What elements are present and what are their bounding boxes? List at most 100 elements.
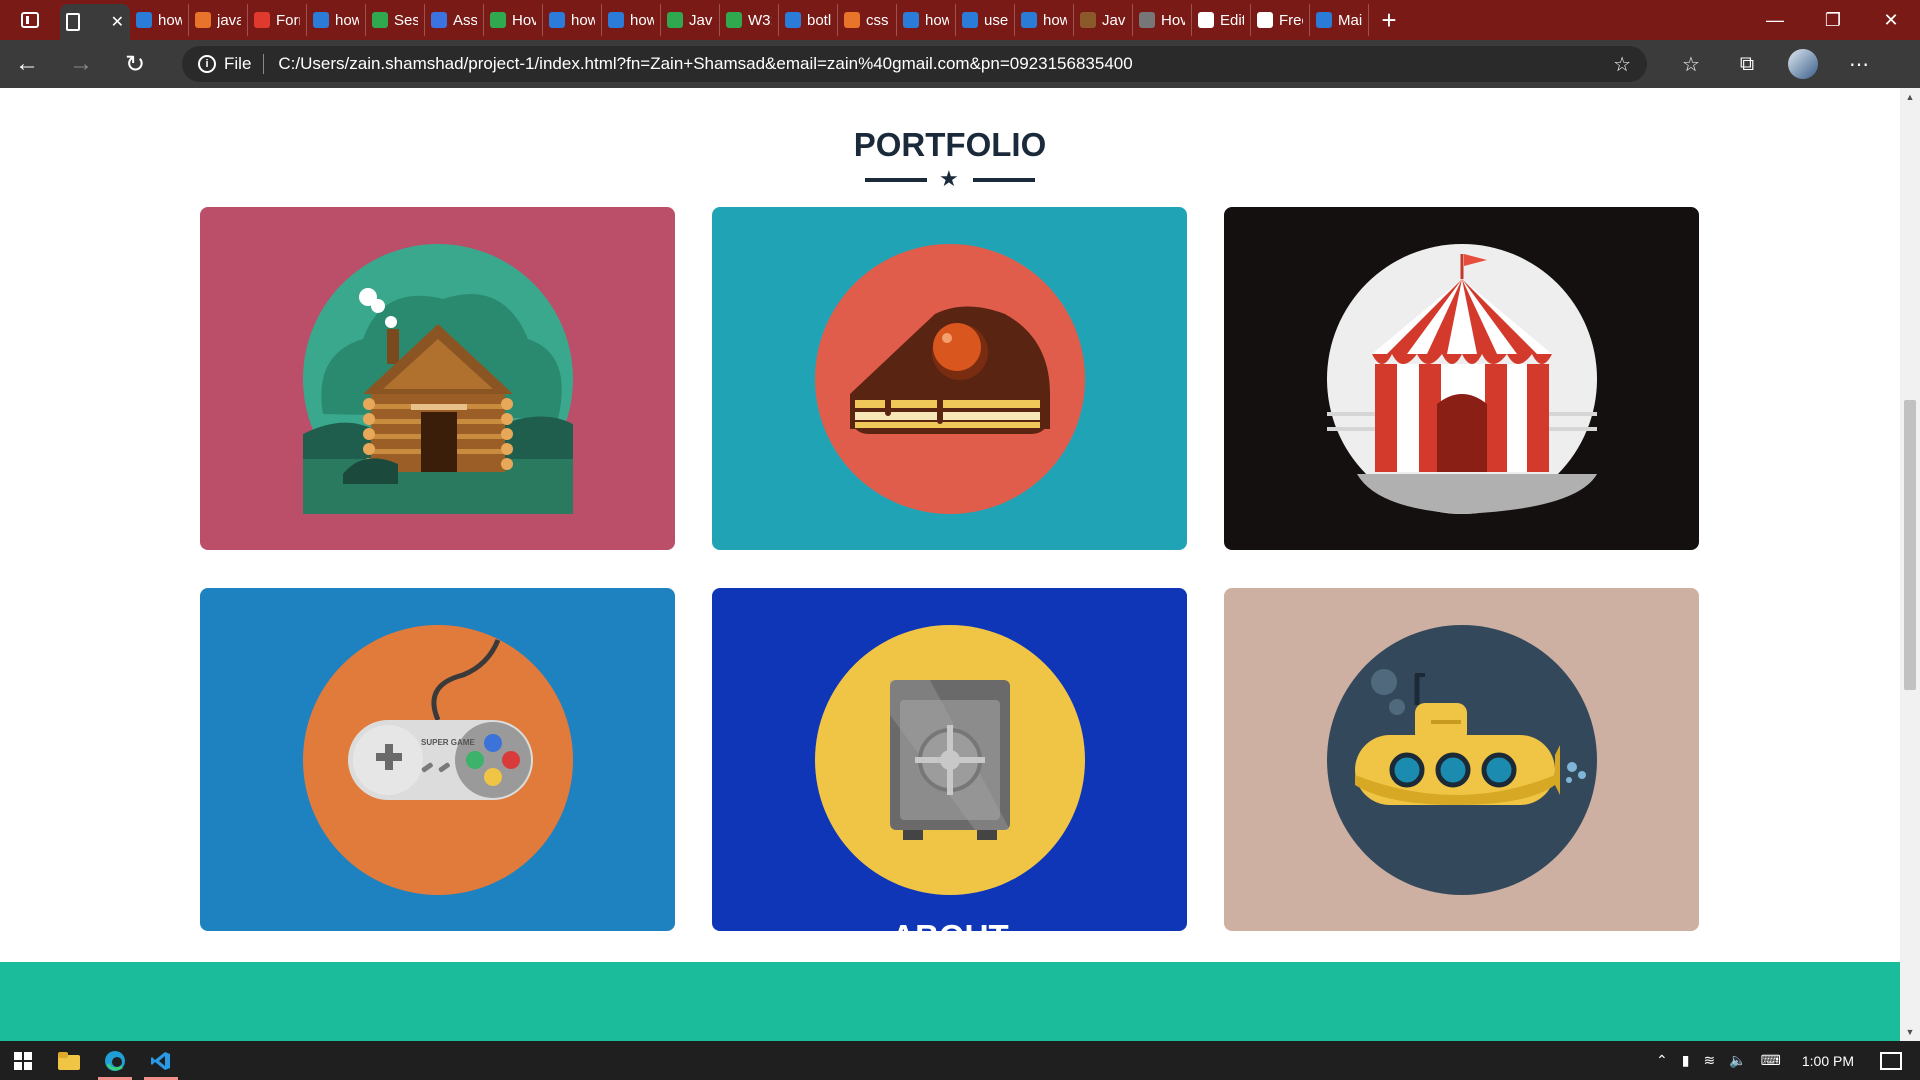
divider-line-left xyxy=(865,178,927,182)
browser-tab[interactable]: how xyxy=(1015,4,1074,36)
globe-icon xyxy=(1257,12,1273,28)
keyboard-icon[interactable]: ⌨ xyxy=(1761,1052,1781,1069)
browser-tab[interactable]: W3: xyxy=(720,4,779,36)
tab-label: Assi xyxy=(453,11,477,29)
game-controller-icon: SUPER GAME xyxy=(302,624,573,895)
edge-button[interactable] xyxy=(92,1041,138,1080)
close-tab-icon[interactable]: ✕ xyxy=(111,12,124,32)
tab-actions-icon xyxy=(21,12,39,28)
portfolio-title: PORTFOLIO xyxy=(853,126,1047,163)
browser-tab[interactable]: java xyxy=(189,4,248,36)
favorites-icon[interactable]: ☆ xyxy=(1663,40,1719,88)
browser-tab[interactable]: Mai xyxy=(1310,4,1369,36)
bing-icon xyxy=(549,12,565,28)
taskbar-clock[interactable]: 1:00 PM xyxy=(1802,1053,1854,1069)
browser-tab[interactable]: how xyxy=(543,4,602,36)
windows-taskbar: ⌃ ▮ ≋ 🔈 ⌨ 1:00 PM xyxy=(0,1041,1920,1080)
window-controls: — ❐ ✕ xyxy=(1746,0,1920,40)
windows-icon xyxy=(14,1051,32,1070)
browser-tab[interactable]: Java xyxy=(1074,4,1133,36)
browser-tab[interactable]: how xyxy=(307,4,366,36)
browser-tab[interactable]: Forr xyxy=(248,4,307,36)
address-separator xyxy=(263,54,265,74)
volume-icon[interactable]: 🔈 xyxy=(1729,1052,1746,1069)
portfolio-item-safe[interactable] xyxy=(712,588,1187,931)
browser-tab[interactable]: Free xyxy=(1251,4,1310,36)
portfolio-item-cake[interactable] xyxy=(712,207,1187,550)
browser-tab[interactable]: botl xyxy=(779,4,838,36)
tab-list: ✕ how java Forr how Sess Assi Hov how how Java W3: b… xyxy=(60,0,1369,40)
show-hidden-icons-icon[interactable]: ⌃ xyxy=(1656,1052,1668,1069)
wifi-icon[interactable]: ≋ xyxy=(1703,1052,1715,1069)
minimize-button[interactable]: — xyxy=(1746,0,1804,40)
scroll-down-icon[interactable]: ▼ xyxy=(1900,1023,1920,1041)
stackoverflow-icon xyxy=(195,12,211,28)
restore-button[interactable]: ❐ xyxy=(1804,0,1862,40)
browser-tab[interactable]: use xyxy=(956,4,1015,36)
browser-tab[interactable]: Edit xyxy=(1192,4,1251,36)
scroll-up-icon[interactable]: ▲ xyxy=(1900,88,1920,106)
tab-label: how xyxy=(630,11,654,29)
tab-label: Hov xyxy=(1161,11,1185,29)
forward-button[interactable]: → xyxy=(54,40,108,88)
portfolio-item-circus[interactable] xyxy=(1224,207,1699,550)
notifications-icon[interactable] xyxy=(1880,1051,1902,1070)
stackoverflow-icon xyxy=(844,12,860,28)
bing-icon xyxy=(785,12,801,28)
about-title: ABOUT xyxy=(891,918,1009,955)
stackoverflow-icon xyxy=(1080,12,1096,28)
vscode-button[interactable] xyxy=(138,1041,184,1080)
safe-icon xyxy=(814,624,1085,895)
browser-tab[interactable]: Hov xyxy=(484,4,543,36)
browser-tab[interactable]: css xyxy=(838,4,897,36)
address-bar[interactable]: i File C:/Users/zain.shamshad/project-1/… xyxy=(182,46,1647,82)
tab-label: how xyxy=(571,11,595,29)
browser-tab[interactable]: how xyxy=(897,4,956,36)
browser-tab[interactable]: Assi xyxy=(425,4,484,36)
start-button[interactable] xyxy=(0,1041,46,1080)
acrobat-icon xyxy=(254,12,270,28)
browser-tab[interactable]: Sess xyxy=(366,4,425,36)
refresh-button[interactable]: ↻ xyxy=(108,40,162,88)
drive-icon xyxy=(372,12,388,28)
url-text[interactable]: C:/Users/zain.shamshad/project-1/index.h… xyxy=(278,54,1613,74)
back-button[interactable]: ← xyxy=(0,40,54,88)
tab-label: use xyxy=(984,11,1008,29)
portfolio-item-game[interactable]: SUPER GAME xyxy=(200,588,675,931)
folder-icon xyxy=(58,1051,80,1070)
docs-icon xyxy=(431,12,447,28)
portfolio-item-submarine[interactable] xyxy=(1224,588,1699,931)
info-icon[interactable]: i xyxy=(198,55,216,73)
scheme-label: File xyxy=(224,54,252,73)
add-favorite-icon[interactable]: ☆ xyxy=(1613,52,1631,77)
tab-label: how xyxy=(335,11,359,29)
w3-icon xyxy=(726,12,742,28)
tab-label: java xyxy=(217,11,241,29)
tab-label: Java xyxy=(689,11,713,29)
w3-icon xyxy=(490,12,506,28)
github-icon xyxy=(1198,12,1214,28)
page-scrollbar[interactable]: ▲ ▼ xyxy=(1900,88,1920,1041)
browser-tab[interactable]: Java xyxy=(661,4,720,36)
star-icon: ★ xyxy=(939,166,959,191)
collections-icon[interactable]: ⧉ xyxy=(1719,40,1775,88)
more-options-icon[interactable]: ⋯ xyxy=(1831,40,1887,88)
tab-label: W3: xyxy=(748,11,772,29)
page-viewport: PORTFOLIO ★ SUPER GAME xyxy=(0,88,1900,1041)
browser-tab[interactable]: Hov xyxy=(1133,4,1192,36)
tab-label: Mai xyxy=(1338,11,1362,29)
scrollbar-thumb[interactable] xyxy=(1904,400,1916,690)
file-explorer-button[interactable] xyxy=(46,1041,92,1080)
battery-icon[interactable]: ▮ xyxy=(1682,1052,1690,1069)
browser-tab[interactable]: how xyxy=(130,4,189,36)
submarine-icon xyxy=(1326,624,1597,895)
outlook-icon xyxy=(1316,12,1332,28)
new-tab-button[interactable]: + xyxy=(1369,0,1409,40)
tab-actions-button[interactable] xyxy=(0,0,60,40)
browser-tab[interactable]: ✕ xyxy=(60,4,130,40)
browser-tab[interactable]: how xyxy=(602,4,661,36)
tab-label: Forr xyxy=(276,11,300,29)
close-window-button[interactable]: ✕ xyxy=(1862,0,1920,40)
profile-avatar[interactable] xyxy=(1788,49,1818,79)
portfolio-item-cabin[interactable] xyxy=(200,207,675,550)
